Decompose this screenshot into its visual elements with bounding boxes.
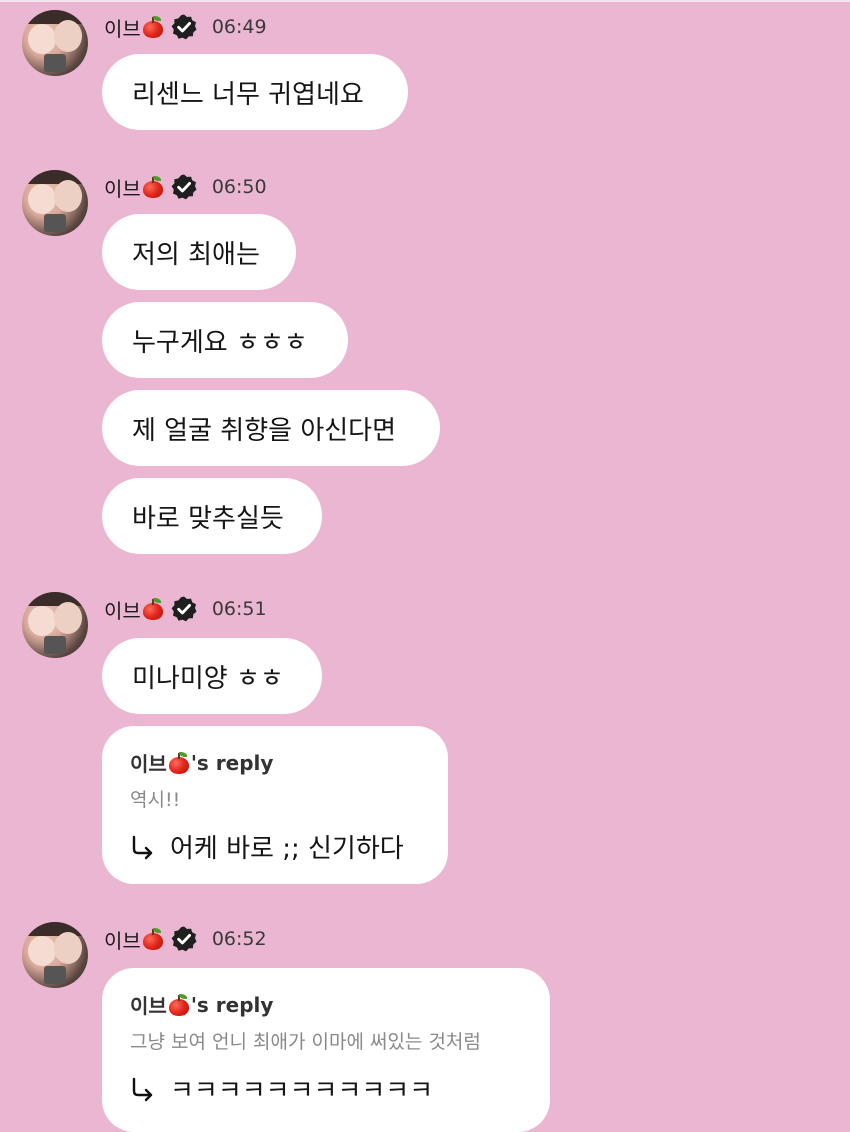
message-time: 06:49 (211, 16, 267, 38)
reply-bubble[interactable]: 이브 's reply 그냥 보여 언니 최애가 이마에 써있는 것처럼 ㅋㅋㅋ… (102, 968, 550, 1132)
reply-text: ㅋㅋㅋㅋㅋㅋㅋㅋㅋㅋㅋ (170, 1076, 434, 1106)
apple-icon (142, 16, 164, 38)
message-bubble[interactable]: 미나미양 ㅎㅎ (102, 638, 322, 714)
verified-icon (171, 926, 197, 952)
message-bubble[interactable]: 누구게요 ㅎㅎㅎ (102, 302, 348, 378)
reply-title: 이브 's reply (130, 990, 522, 1019)
avatar[interactable] (22, 922, 88, 988)
sender-name[interactable]: 이브 (104, 13, 141, 42)
message-text: 바로 맞추실듯 (132, 503, 284, 534)
reply-sender-name: 이브 (130, 994, 167, 1018)
reply-sender-name: 이브 (130, 752, 167, 776)
apple-icon (142, 598, 164, 620)
message-text: 리센느 너무 귀엽네요 (132, 79, 364, 110)
message-time: 06:52 (211, 928, 267, 950)
reply-text-row: 어케 바로 ;; 신기하다 (130, 828, 420, 865)
top-divider (0, 0, 850, 2)
message-bubble[interactable]: 제 얼굴 취향을 아신다면 (102, 390, 440, 466)
reply-quote: 역시!! (130, 789, 181, 811)
message-header: 이브 06:50 (104, 172, 267, 202)
message-text: 제 얼굴 취향을 아신다면 (132, 415, 396, 446)
reply-text-row: ㅋㅋㅋㅋㅋㅋㅋㅋㅋㅋㅋ (130, 1070, 522, 1107)
apple-icon (168, 993, 190, 1016)
apple-icon (142, 176, 164, 198)
message-time: 06:51 (211, 598, 267, 620)
message-time: 06:50 (211, 176, 267, 198)
apple-icon (168, 751, 190, 774)
avatar[interactable] (22, 170, 88, 236)
avatar[interactable] (22, 592, 88, 658)
message-bubble[interactable]: 저의 최애는 (102, 214, 296, 290)
message-text: 저의 최애는 (132, 239, 260, 270)
avatar[interactable] (22, 10, 88, 76)
message-header: 이브 06:51 (104, 594, 267, 624)
message-text: 누구게요 ㅎㅎㅎ (132, 327, 308, 358)
message-bubble[interactable]: 바로 맞추실듯 (102, 478, 322, 554)
reply-label: 's reply (190, 992, 274, 1017)
reply-label: 's reply (190, 750, 274, 775)
reply-bubble[interactable]: 이브 's reply 역시!! 어케 바로 ;; 신기하다 (102, 726, 448, 884)
reply-arrow-icon (132, 835, 153, 859)
reply-text: 어케 바로 ;; 신기하다 (170, 834, 404, 864)
message-bubble[interactable]: 리센느 너무 귀엽네요 (102, 54, 408, 130)
sender-name[interactable]: 이브 (104, 173, 141, 202)
apple-icon (142, 928, 164, 950)
verified-icon (171, 596, 197, 622)
sender-name[interactable]: 이브 (104, 595, 141, 624)
message-header: 이브 06:49 (104, 12, 267, 42)
reply-title: 이브 's reply (130, 748, 420, 777)
verified-icon (171, 174, 197, 200)
message-header: 이브 06:52 (104, 924, 267, 954)
reply-arrow-icon (132, 1077, 153, 1101)
sender-name[interactable]: 이브 (104, 925, 141, 954)
message-text: 미나미양 ㅎㅎ (132, 663, 284, 694)
reply-quote: 그냥 보여 언니 최애가 이마에 써있는 것처럼 (130, 1031, 481, 1053)
verified-icon (171, 14, 197, 40)
